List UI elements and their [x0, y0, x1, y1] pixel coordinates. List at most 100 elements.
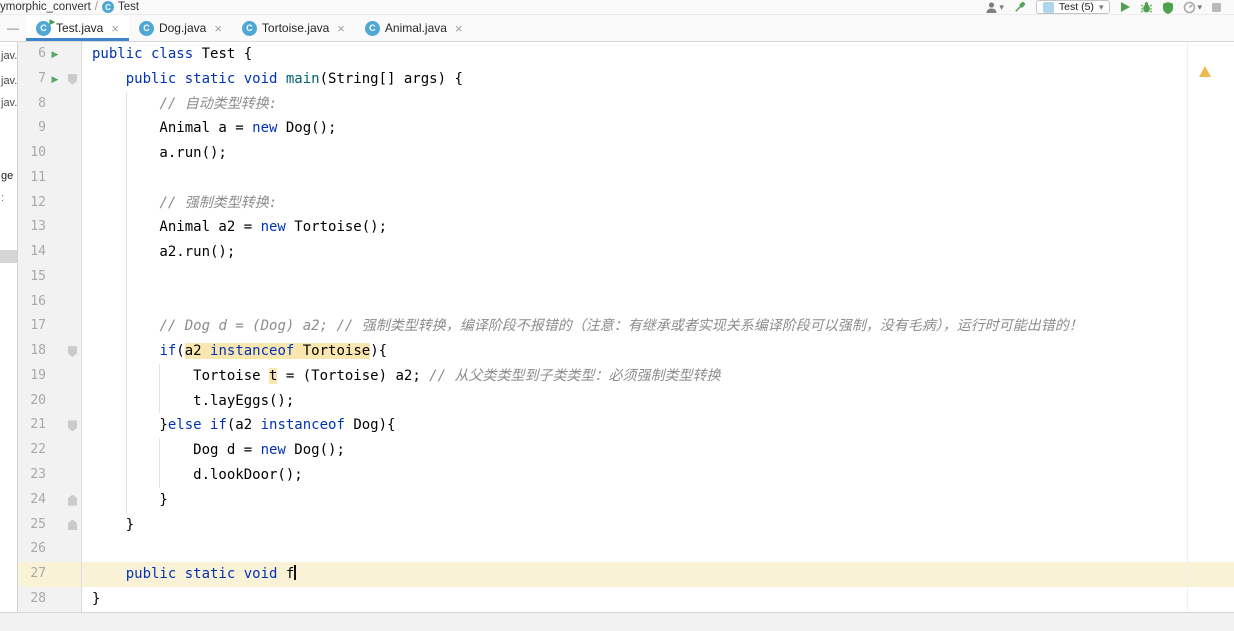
tab-test-java[interactable]: C ▶ Test.java ×	[26, 15, 129, 41]
gutter[interactable]: 20	[18, 388, 82, 414]
code-text[interactable]: a2.run();	[82, 240, 1234, 265]
gutter[interactable]: 27	[18, 562, 82, 587]
code-line[interactable]: 10 a.run();	[18, 141, 1234, 166]
code-text[interactable]: public static void main(String[] args) {	[82, 67, 1234, 92]
hide-panel-icon[interactable]: —	[0, 15, 26, 41]
line-number[interactable]: 11	[18, 166, 46, 191]
code-line[interactable]: 7 ▶ public static void main(String[] args…	[18, 66, 1234, 92]
gutter[interactable]: 8	[18, 91, 82, 117]
code-text[interactable]: a.run();	[82, 141, 1234, 166]
gutter[interactable]: 12	[18, 190, 82, 216]
line-number[interactable]: 28	[18, 587, 46, 612]
gutter[interactable]: 24	[18, 487, 82, 513]
line-number[interactable]: 12	[18, 191, 46, 216]
gutter[interactable]: 10	[18, 141, 82, 166]
run-button[interactable]	[1119, 1, 1131, 13]
code-line[interactable]: 28}	[18, 586, 1234, 612]
fold-down-icon[interactable]	[68, 420, 77, 432]
code-text[interactable]	[82, 264, 1234, 290]
stop-button[interactable]	[1211, 2, 1222, 13]
line-number[interactable]: 6	[18, 42, 46, 67]
code-line[interactable]: 26	[18, 537, 1234, 563]
project-panel-edge[interactable]: jav. jav. jav. ge :	[0, 42, 18, 612]
fold-down-icon[interactable]	[68, 73, 77, 85]
close-icon[interactable]: ×	[111, 21, 119, 36]
code-text[interactable]: Animal a = new Dog();	[82, 116, 1234, 142]
code-line[interactable]: 13 Animal a2 = new Tortoise();	[18, 215, 1234, 241]
run-config-select[interactable]: Test (5) ▾	[1035, 0, 1111, 14]
line-number[interactable]: 7	[18, 67, 46, 92]
code-text[interactable]: d.lookDoor();	[82, 463, 1234, 488]
code-editor[interactable]: 6 ▶ public class Test {7 ▶ public static vo…	[18, 42, 1234, 612]
breadcrumb-class[interactable]: Test	[118, 1, 139, 13]
gutter[interactable]: 7 ▶	[18, 66, 82, 92]
code-line[interactable]: 19 Tortoise t = (Tortoise) a2; // 从父类类型到…	[18, 363, 1234, 389]
code-text[interactable]: // Dog d = (Dog) a2; // 强制类型转换，编译阶段不报错的（…	[82, 314, 1234, 340]
line-number[interactable]: 18	[18, 339, 46, 364]
line-number[interactable]: 15	[18, 265, 46, 290]
code-text[interactable]	[82, 537, 1234, 562]
code-line[interactable]: 16	[18, 289, 1234, 315]
code-text[interactable]: }	[82, 587, 1234, 612]
tree-selected-row[interactable]	[0, 250, 17, 263]
code-text[interactable]: Animal a2 = new Tortoise();	[82, 215, 1234, 241]
code-text[interactable]	[82, 165, 1234, 191]
code-text[interactable]: Dog d = new Dog();	[82, 438, 1234, 464]
gutter[interactable]: 28	[18, 586, 82, 612]
gutter[interactable]: 13	[18, 215, 82, 241]
line-number[interactable]: 14	[18, 240, 46, 265]
gutter[interactable]: 17	[18, 314, 82, 340]
code-text[interactable]: }	[82, 487, 1234, 513]
line-number[interactable]: 8	[18, 92, 46, 117]
code-line[interactable]: 22 Dog d = new Dog();	[18, 438, 1234, 464]
line-number[interactable]: 19	[18, 364, 46, 389]
code-text[interactable]: }else if(a2 instanceof Dog){	[82, 413, 1234, 439]
code-line[interactable]: 17 // Dog d = (Dog) a2; // 强制类型转换，编译阶段不报…	[18, 314, 1234, 340]
line-number[interactable]: 10	[18, 141, 46, 166]
gutter[interactable]: 9	[18, 116, 82, 142]
tab-dog-java[interactable]: C Dog.java ×	[129, 15, 232, 41]
line-number[interactable]: 23	[18, 463, 46, 488]
gutter[interactable]: 25	[18, 512, 82, 538]
gutter[interactable]: 14	[18, 240, 82, 265]
code-line[interactable]: 27 public static void f	[18, 562, 1234, 587]
gutter[interactable]: 23	[18, 463, 82, 488]
close-icon[interactable]: ×	[455, 21, 463, 36]
code-text[interactable]: Tortoise t = (Tortoise) a2; // 从父类类型到子类类…	[82, 363, 1234, 389]
code-line[interactable]: 9 Animal a = new Dog();	[18, 116, 1234, 142]
code-text[interactable]: }	[82, 513, 1234, 538]
code-line[interactable]: 21 }else if(a2 instanceof Dog){	[18, 413, 1234, 439]
gutter[interactable]: 21	[18, 413, 82, 439]
code-line[interactable]: 15	[18, 264, 1234, 290]
code-text[interactable]: // 自动类型转换:	[82, 91, 1234, 117]
gutter[interactable]: 16	[18, 289, 82, 315]
profiler-button[interactable]: ▾	[1183, 1, 1202, 14]
line-number[interactable]: 24	[18, 488, 46, 513]
code-line[interactable]: 6 ▶ public class Test {	[18, 42, 1234, 67]
line-number[interactable]: 26	[18, 537, 46, 562]
line-number[interactable]: 20	[18, 389, 46, 414]
tab-animal-java[interactable]: C Animal.java ×	[355, 15, 473, 41]
tab-tortoise-java[interactable]: C Tortoise.java ×	[232, 15, 355, 41]
code-line[interactable]: 18 if(a2 instanceof Tortoise){	[18, 339, 1234, 364]
code-text[interactable]: if(a2 instanceof Tortoise){	[82, 339, 1234, 364]
user-button[interactable]: ▾	[985, 1, 1004, 14]
code-line[interactable]: 25 }	[18, 512, 1234, 538]
line-number[interactable]: 27	[18, 562, 46, 587]
code-line[interactable]: 24 }	[18, 487, 1234, 513]
code-line[interactable]: 11	[18, 165, 1234, 191]
code-text[interactable]: t.layEggs();	[82, 388, 1234, 414]
coverage-button[interactable]	[1162, 1, 1174, 14]
code-text[interactable]: public static void f	[82, 562, 1234, 587]
code-line[interactable]: 14 a2.run();	[18, 240, 1234, 265]
gutter[interactable]: 22	[18, 438, 82, 464]
code-text[interactable]: // 强制类型转换:	[82, 190, 1234, 216]
line-number[interactable]: 13	[18, 215, 46, 240]
line-number[interactable]: 17	[18, 314, 46, 339]
line-number[interactable]: 21	[18, 413, 46, 438]
code-line[interactable]: 8 // 自动类型转换:	[18, 91, 1234, 117]
gutter[interactable]: 11	[18, 165, 82, 191]
code-line[interactable]: 23 d.lookDoor();	[18, 463, 1234, 488]
line-number[interactable]: 9	[18, 116, 46, 141]
code-line[interactable]: 20 t.layEggs();	[18, 388, 1234, 414]
